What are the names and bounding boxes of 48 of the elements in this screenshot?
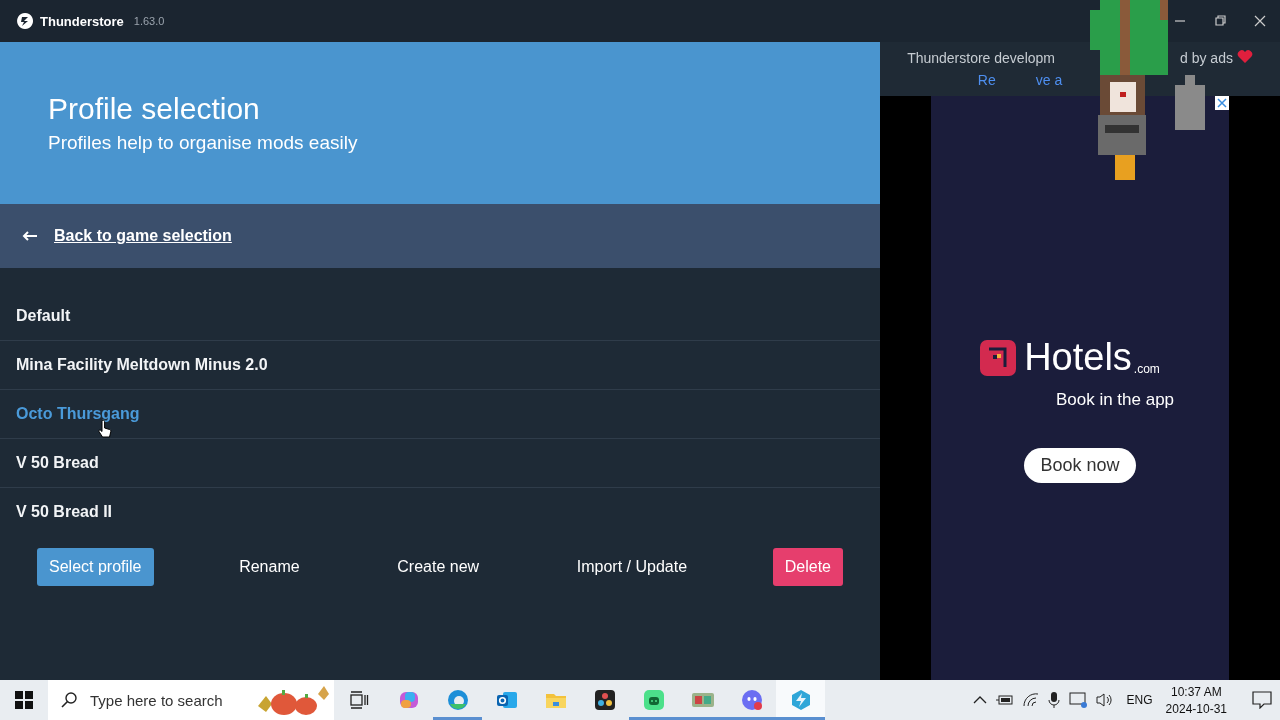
remove-ads-link[interactable]: Re: [977, 72, 996, 88]
chat-app-icon: [739, 688, 764, 712]
heart-icon: [1236, 50, 1253, 64]
language-indicator[interactable]: ENG: [1126, 693, 1153, 707]
action-button[interactable]: Rename: [227, 548, 312, 586]
brand-suffix: .com: [1133, 362, 1160, 376]
profile-item[interactable]: Default: [0, 292, 880, 341]
profile-item[interactable]: V 50 Bread II: [0, 488, 880, 536]
profile-item[interactable]: V 50 Bread: [0, 439, 880, 488]
notification-icon[interactable]: [1252, 691, 1272, 709]
display-icon[interactable]: [1068, 692, 1087, 708]
chevron-up-icon[interactable]: [972, 695, 987, 705]
app-logo-icon: [16, 12, 34, 30]
video-editor-app-icon: [592, 688, 617, 712]
microphone-icon[interactable]: [1047, 691, 1060, 709]
ad-tagline: Book in the app: [1055, 390, 1175, 410]
profile-item[interactable]: Octo Thursgang: [0, 390, 880, 439]
browser-app-icon: [445, 688, 470, 712]
search-input[interactable]: Type here to search: [88, 690, 252, 710]
speaker-icon[interactable]: [1095, 692, 1114, 708]
ad-notice-text: Thunderstore developm: [907, 50, 1055, 66]
wifi-icon[interactable]: [1022, 693, 1039, 707]
back-link[interactable]: Back to game selection: [54, 227, 232, 245]
ad-notice-text: d by ads: [1180, 50, 1233, 66]
pixel-shovel-drawing: [1175, 75, 1205, 130]
hand-cursor-icon: [98, 420, 112, 438]
page-subtitle: Profiles help to organise mods easily: [48, 132, 359, 154]
profile-item[interactable]: Mina Facility Meltdown Minus 2.0: [0, 341, 880, 390]
back-arrow-icon[interactable]: [22, 231, 38, 241]
version-label: 1.63.0: [133, 15, 165, 27]
search-icon: [60, 691, 78, 709]
delete-button[interactable]: Delete: [772, 548, 843, 586]
taskbar-search-field[interactable]: Type here to search: [48, 680, 334, 720]
brand-name: Hotels: [1024, 338, 1132, 376]
battery-icon[interactable]: [995, 694, 1014, 706]
ad-close-icon[interactable]: [1215, 96, 1229, 110]
robot-app-icon: [641, 688, 666, 712]
clock-date[interactable]: 2024-10-31: [1165, 701, 1227, 716]
clock-time[interactable]: 10:37 AM: [1170, 684, 1222, 699]
window-title: Thunderstore: [40, 13, 124, 29]
windows-start-icon[interactable]: [15, 691, 33, 709]
action-button[interactable]: Import / Update: [564, 548, 700, 586]
action-button[interactable]: Create new: [385, 548, 492, 586]
book-now-button[interactable]: Book now: [1024, 448, 1136, 483]
hotel-logo-icon: [980, 340, 1017, 376]
page-title: Profile selection: [48, 92, 261, 126]
task-view-icon[interactable]: [349, 691, 369, 709]
remove-ads-link[interactable]: ve a: [1035, 72, 1063, 88]
